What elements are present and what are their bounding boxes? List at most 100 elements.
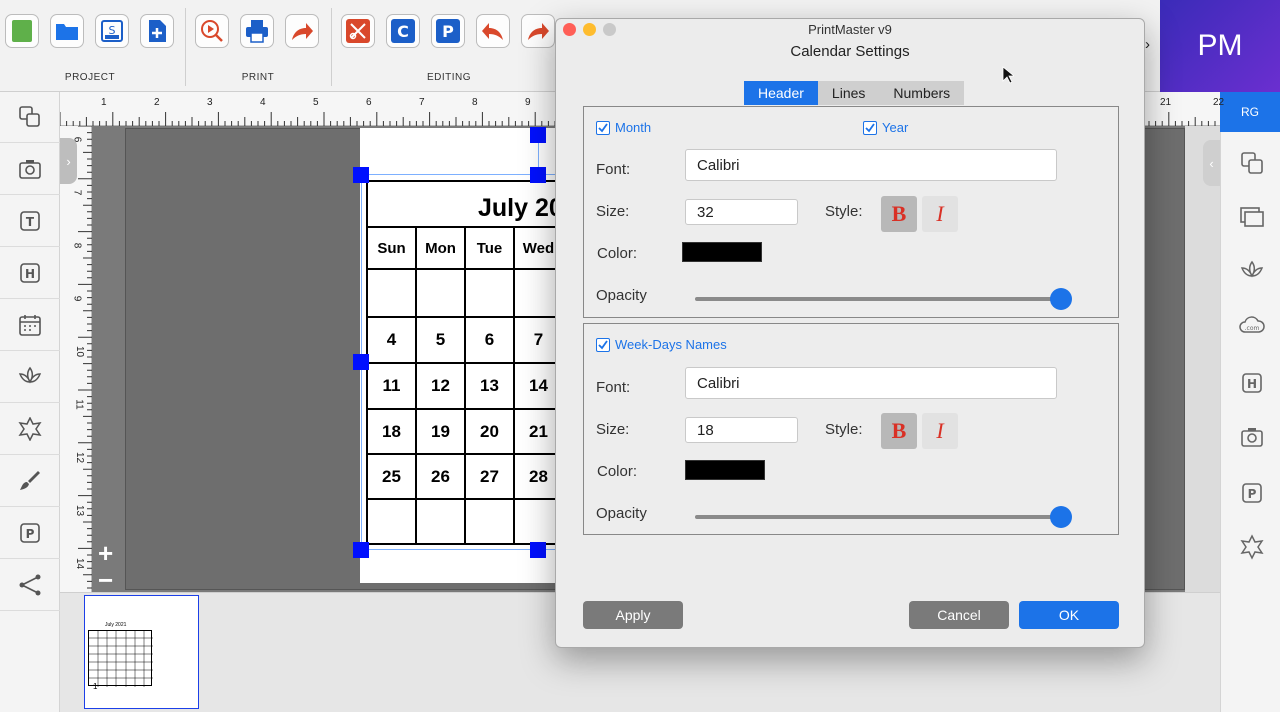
p-badge-icon: P xyxy=(20,523,40,543)
weekdays-size-input[interactable]: 18 xyxy=(685,417,798,443)
resize-handle[interactable] xyxy=(530,167,546,183)
toolbar-more-chevron-icon[interactable]: › xyxy=(1145,36,1160,56)
camera-icon[interactable] xyxy=(1239,424,1265,450)
open-project-button[interactable] xyxy=(50,14,84,48)
header-italic-button[interactable]: I xyxy=(922,196,958,232)
cloud-com-icon[interactable]: .com xyxy=(1239,312,1265,338)
resize-handle[interactable] xyxy=(530,542,546,558)
header-bold-button[interactable]: B xyxy=(881,196,917,232)
share-button[interactable] xyxy=(285,14,319,48)
magnifier-play-icon xyxy=(201,20,223,42)
resize-handle[interactable] xyxy=(353,354,369,370)
headline-h-icon[interactable]: H xyxy=(1239,370,1265,396)
ruler-number: 7 xyxy=(71,189,83,196)
paste-button[interactable]: P xyxy=(431,14,465,48)
header-size-input[interactable]: 32 xyxy=(685,199,798,225)
settings-tabs: Header Lines Numbers xyxy=(744,81,965,105)
font-label: Font: xyxy=(596,379,631,396)
copy-button[interactable]: C xyxy=(386,14,420,48)
sidebar-item-photo[interactable] xyxy=(0,144,60,195)
p-badge-icon[interactable]: P xyxy=(1239,480,1265,506)
ruler-number: 5 xyxy=(313,97,319,108)
page-thumbnail[interactable]: July 2021 1 xyxy=(84,595,199,709)
calendar-day-cell: 18 xyxy=(368,410,417,455)
new-project-button[interactable] xyxy=(5,14,39,48)
layouts-icon[interactable] xyxy=(1239,204,1265,230)
calendar-day-cell: 6 xyxy=(466,318,515,364)
resize-handle[interactable] xyxy=(353,542,369,558)
header-opacity-slider-thumb[interactable] xyxy=(1050,288,1072,310)
calendar-settings-dialog: PrintMaster v9 Calendar Settings Header … xyxy=(555,18,1145,648)
toolbar-group-project: PROJECT xyxy=(64,72,116,83)
calendar-object[interactable]: July 20 Sun Mon Tue Wed 4 5 6 7 11 12 13 14 18 19 20 21… xyxy=(366,180,566,545)
redo-button[interactable] xyxy=(521,14,555,48)
right-panel-collapse-icon[interactable]: ‹ xyxy=(1203,140,1220,186)
sidebar-item-headline[interactable]: H xyxy=(0,248,60,299)
rotate-handle[interactable] xyxy=(530,127,546,143)
sidebar-item-layers[interactable] xyxy=(0,92,60,143)
add-page-button[interactable] xyxy=(140,14,174,48)
dialog-title: Calendar Settings xyxy=(790,43,910,60)
toolbar-separator xyxy=(185,8,186,86)
tab-header[interactable]: Header xyxy=(744,81,818,105)
resize-handle[interactable] xyxy=(353,167,369,183)
calendar-weekday-cell: Sun xyxy=(368,226,417,270)
camera-icon xyxy=(19,160,41,179)
user-tab[interactable]: RG xyxy=(1220,92,1280,132)
size-label: Size: xyxy=(596,203,630,220)
weekdays-color-swatch[interactable] xyxy=(685,460,765,480)
paintbrush-icon xyxy=(20,471,40,490)
sidebar-item-shapes[interactable] xyxy=(0,404,60,455)
sidebar-item-calendar[interactable] xyxy=(0,300,60,351)
weekdays-opacity-slider-thumb[interactable] xyxy=(1050,506,1072,528)
sidebar-item-publish[interactable]: P xyxy=(0,508,60,559)
calendar-day-cell xyxy=(417,500,466,543)
layers-icon[interactable] xyxy=(1239,150,1265,176)
app-logo-badge: PM xyxy=(1160,0,1280,92)
calendar-icon xyxy=(19,315,41,336)
ruler-number: 10 xyxy=(74,345,86,358)
sidebar-item-paint[interactable] xyxy=(0,456,60,507)
lotus-icon[interactable] xyxy=(1239,258,1265,284)
sidebar-item-graphics[interactable] xyxy=(0,352,60,403)
sidebar-item-text[interactable]: T xyxy=(0,196,60,247)
calendar-day-cell: 19 xyxy=(417,410,466,455)
weekdays-bold-button[interactable]: B xyxy=(881,413,917,449)
header-opacity-slider[interactable] xyxy=(695,297,1061,301)
weekdays-checkbox-label: Week-Days Names xyxy=(615,337,727,352)
ruler-number: 3 xyxy=(207,97,213,108)
save-project-button[interactable]: S xyxy=(95,14,129,48)
month-checkbox[interactable]: Month xyxy=(596,120,651,135)
header-color-swatch[interactable] xyxy=(682,242,762,262)
print-preview-button[interactable] xyxy=(195,14,229,48)
sidebar-item-connect[interactable] xyxy=(0,560,60,611)
cut-button[interactable] xyxy=(341,14,375,48)
starburst-icon[interactable] xyxy=(1239,534,1265,560)
calendar-day-cell: 26 xyxy=(417,455,466,500)
calendar-day-cell: 20 xyxy=(466,410,515,455)
weekdays-italic-button[interactable]: I xyxy=(922,413,958,449)
ok-button[interactable]: OK xyxy=(1019,601,1119,629)
year-checkbox-label: Year xyxy=(882,120,909,135)
undo-button[interactable] xyxy=(476,14,510,48)
calendar-day-cell: 12 xyxy=(417,364,466,410)
header-settings-group: Month Year Font: Calibri Size: 32 Style:… xyxy=(583,106,1119,318)
weekdays-checkbox[interactable]: Week-Days Names xyxy=(596,337,727,352)
year-checkbox[interactable]: Year xyxy=(863,120,908,135)
cancel-button[interactable]: Cancel xyxy=(909,601,1009,629)
tab-numbers[interactable]: Numbers xyxy=(879,81,965,105)
weekdays-opacity-slider[interactable] xyxy=(695,515,1061,519)
apply-button[interactable]: Apply xyxy=(583,601,683,629)
calendar-day-cell xyxy=(368,500,417,543)
tab-lines[interactable]: Lines xyxy=(817,81,880,105)
print-button[interactable] xyxy=(240,14,274,48)
left-panel-collapse-icon[interactable]: › xyxy=(60,138,77,184)
layers-icon xyxy=(19,106,40,127)
calendar-day-cell: 4 xyxy=(368,318,417,364)
paste-p-icon: P xyxy=(436,19,460,43)
color-label: Color: xyxy=(597,463,638,480)
weekdays-font-input[interactable]: Calibri xyxy=(685,367,1057,399)
header-font-input[interactable]: Calibri xyxy=(685,149,1057,181)
svg-text:P: P xyxy=(26,527,35,541)
calendar-day-cell xyxy=(466,270,515,318)
